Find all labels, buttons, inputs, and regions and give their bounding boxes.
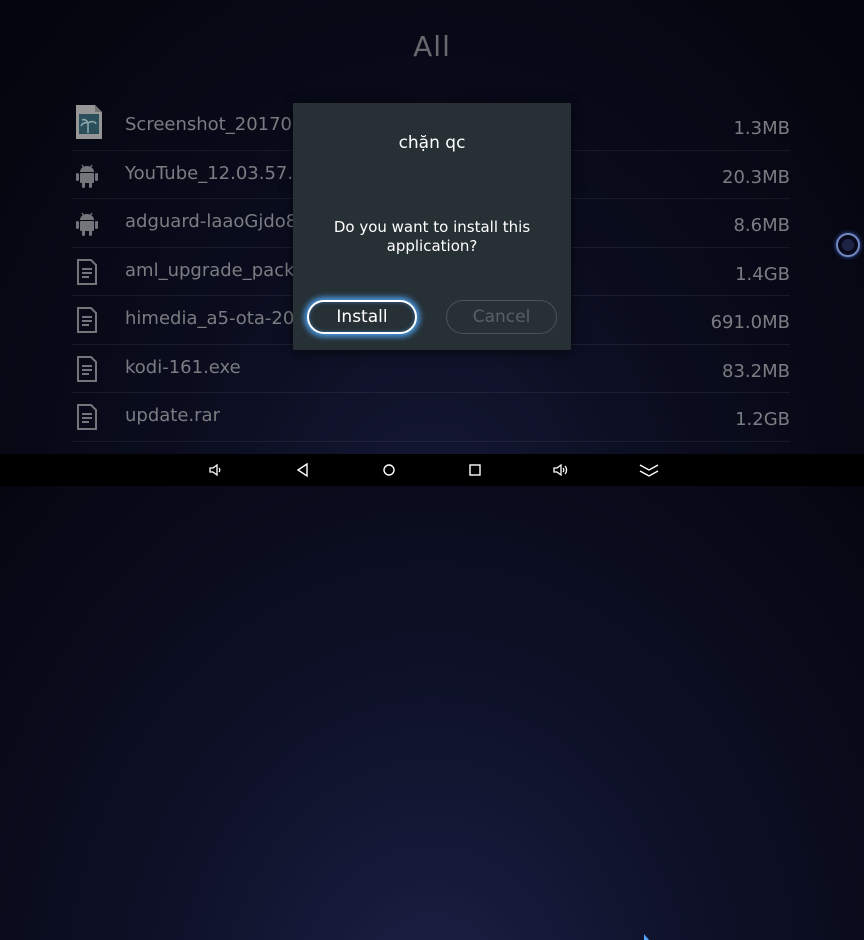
- install-button[interactable]: Install: [307, 300, 417, 334]
- home-icon[interactable]: [381, 462, 397, 478]
- dialog-message: Do you want to install this application?: [333, 218, 531, 255]
- volume-down-icon[interactable]: [208, 462, 224, 478]
- pointer-cursor: [644, 934, 649, 940]
- back-icon[interactable]: [295, 462, 311, 478]
- install-dialog: chặn qc Do you want to install this appl…: [293, 103, 571, 350]
- dialog-title: chặn qc: [398, 133, 466, 153]
- collapse-icon[interactable]: [639, 462, 659, 478]
- cancel-button[interactable]: Cancel: [446, 300, 557, 334]
- recents-icon[interactable]: [467, 462, 483, 478]
- volume-up-icon[interactable]: [553, 462, 569, 478]
- navigation-bar: [0, 454, 864, 940]
